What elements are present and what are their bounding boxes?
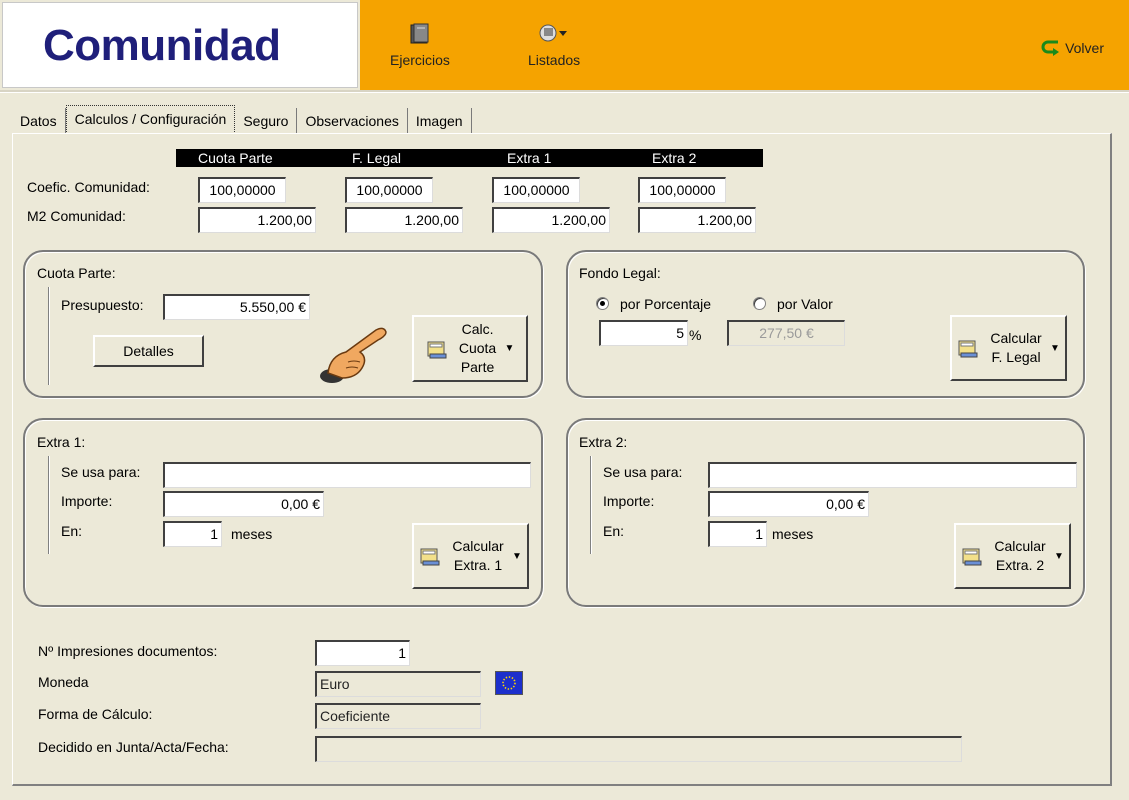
coef-f-legal-input[interactable]: 100,00000 xyxy=(345,177,433,203)
por-porcentaje-label: por Porcentaje xyxy=(620,296,712,312)
column-header: Cuota Parte F. Legal Extra 1 Extra 2 xyxy=(176,149,763,167)
volver-button[interactable]: Volver xyxy=(1040,38,1104,58)
col-extra-2: Extra 2 xyxy=(652,150,697,166)
m2-label: M2 Comunidad: xyxy=(27,208,126,224)
euro-flag-icon xyxy=(495,671,523,695)
coef-label: Coefic. Comunidad: xyxy=(27,179,150,195)
cuota-parte-title: Cuota Parte: xyxy=(37,265,116,281)
toolbar: Ejercicios Listados Volver xyxy=(360,0,1129,90)
header: Comunidad Ejercicios Listados Volver xyxy=(0,0,1129,90)
book-icon xyxy=(410,23,429,44)
extra1-title: Extra 1: xyxy=(37,434,86,450)
calc-cuota-parte-button[interactable]: Calc. Cuota Parte ▼ xyxy=(412,315,528,382)
calcular-extra2-label: Calcular Extra. 2 xyxy=(994,538,1046,573)
calcular-f-legal-label: Calcular F. Legal xyxy=(990,330,1042,365)
calcular-extra1-button[interactable]: Calcular Extra. 1 ▼ xyxy=(412,523,529,589)
volver-label: Volver xyxy=(1065,40,1104,56)
calcular-f-legal-button[interactable]: Calcular F. Legal ▼ xyxy=(950,315,1067,381)
forma-calculo-field[interactable]: Coeficiente xyxy=(315,703,481,729)
dropdown-arrow-icon: ▼ xyxy=(1054,550,1064,562)
coef-extra1-input[interactable]: 100,00000 xyxy=(492,177,580,203)
tab-imagen[interactable]: Imagen xyxy=(408,108,472,134)
extra1-importe-label: Importe: xyxy=(61,493,113,509)
m2-extra2-input[interactable]: 1.200,00 xyxy=(638,207,756,233)
detalles-button[interactable]: Detalles xyxy=(93,335,204,367)
m2-f-legal-input[interactable]: 1.200,00 xyxy=(345,207,463,233)
dropdown-arrow-icon: ▼ xyxy=(512,550,522,562)
forma-calculo-label: Forma de Cálculo: xyxy=(38,706,153,722)
calculator-icon xyxy=(962,548,982,566)
tab-datos[interactable]: Datos xyxy=(12,108,66,134)
extra1-en-input[interactable]: 1 xyxy=(163,521,222,547)
ejercicios-label: Ejercicios xyxy=(390,52,450,68)
extra1-usa-input[interactable] xyxy=(163,462,531,488)
calc-cuota-parte-label: Calc. Cuota Parte xyxy=(458,321,497,375)
logo: Comunidad xyxy=(2,2,358,88)
listados-label: Listados xyxy=(528,52,581,68)
listados-button[interactable]: Listados xyxy=(528,22,580,68)
col-cuota-parte: Cuota Parte xyxy=(198,150,273,166)
valor-input[interactable]: 277,50 € xyxy=(727,320,845,346)
tab-seguro[interactable]: Seguro xyxy=(235,108,298,134)
moneda-field[interactable]: Euro xyxy=(315,671,481,697)
extra2-importe-input[interactable]: 0,00 € xyxy=(708,491,869,517)
col-f-legal: F. Legal xyxy=(352,150,402,166)
fondo-legal-title: Fondo Legal: xyxy=(579,265,661,281)
printer-dropdown-icon xyxy=(539,24,568,42)
presupuesto-label: Presupuesto: xyxy=(61,297,144,313)
dropdown-arrow-icon: ▼ xyxy=(1050,342,1060,354)
decidido-field[interactable] xyxy=(315,736,962,762)
extra1-importe-input[interactable]: 0,00 € xyxy=(163,491,324,517)
extra1-meses-label: meses xyxy=(231,526,273,542)
ejercicios-button[interactable]: Ejercicios xyxy=(390,22,450,68)
coef-cuota-parte-input[interactable]: 100,00000 xyxy=(198,177,286,203)
tab-bar: Datos Calculos / Configuración Seguro Ob… xyxy=(12,105,472,134)
back-arrow-icon xyxy=(1041,40,1060,56)
calculator-icon xyxy=(958,340,978,358)
eu-stars-icon xyxy=(502,676,516,690)
por-valor-radio[interactable] xyxy=(753,297,766,310)
decidido-label: Decidido en Junta/Acta/Fecha: xyxy=(38,739,229,755)
extra2-title: Extra 2: xyxy=(579,434,628,450)
impresiones-input[interactable]: 1 xyxy=(315,640,410,666)
extra2-en-input[interactable]: 1 xyxy=(708,521,767,547)
extra1-indent-line xyxy=(48,456,50,554)
extra2-usa-label: Se usa para: xyxy=(603,464,683,480)
calculator-icon xyxy=(427,341,447,358)
porcentaje-input[interactable]: 5 xyxy=(599,320,688,346)
pointing-hand-icon xyxy=(320,327,387,383)
detalles-label: Detalles xyxy=(123,343,174,359)
coef-extra2-input[interactable]: 100,00000 xyxy=(638,177,726,203)
presupuesto-input[interactable]: 5.550,00 € xyxy=(163,294,310,320)
tab-observaciones[interactable]: Observaciones xyxy=(297,108,408,134)
calcular-extra1-label: Calcular Extra. 1 xyxy=(452,538,504,573)
extra2-usa-input[interactable] xyxy=(708,462,1077,488)
por-valor-label: por Valor xyxy=(777,296,833,312)
header-divider xyxy=(0,90,1129,93)
col-extra-1: Extra 1 xyxy=(507,150,552,166)
extra2-importe-label: Importe: xyxy=(603,493,655,509)
impresiones-label: Nº Impresiones documentos: xyxy=(38,643,218,659)
tab-calculos-configuracion[interactable]: Calculos / Configuración xyxy=(65,105,236,134)
dropdown-arrow-icon: ▼ xyxy=(504,343,515,354)
extra2-indent-line xyxy=(590,456,592,554)
extra2-meses-label: meses xyxy=(772,526,814,542)
extra2-en-label: En: xyxy=(603,523,625,539)
moneda-label: Moneda xyxy=(38,674,89,690)
calculator-icon xyxy=(420,548,440,566)
cuota-parte-indent-line xyxy=(48,287,50,385)
percent-sign: % xyxy=(689,327,702,343)
extra1-en-label: En: xyxy=(61,523,83,539)
extra1-usa-label: Se usa para: xyxy=(61,464,141,480)
logo-text: Comunidad xyxy=(43,21,281,70)
m2-extra1-input[interactable]: 1.200,00 xyxy=(492,207,610,233)
m2-cuota-parte-input[interactable]: 1.200,00 xyxy=(198,207,316,233)
por-porcentaje-radio[interactable] xyxy=(596,297,609,310)
calcular-extra2-button[interactable]: Calcular Extra. 2 ▼ xyxy=(954,523,1071,589)
